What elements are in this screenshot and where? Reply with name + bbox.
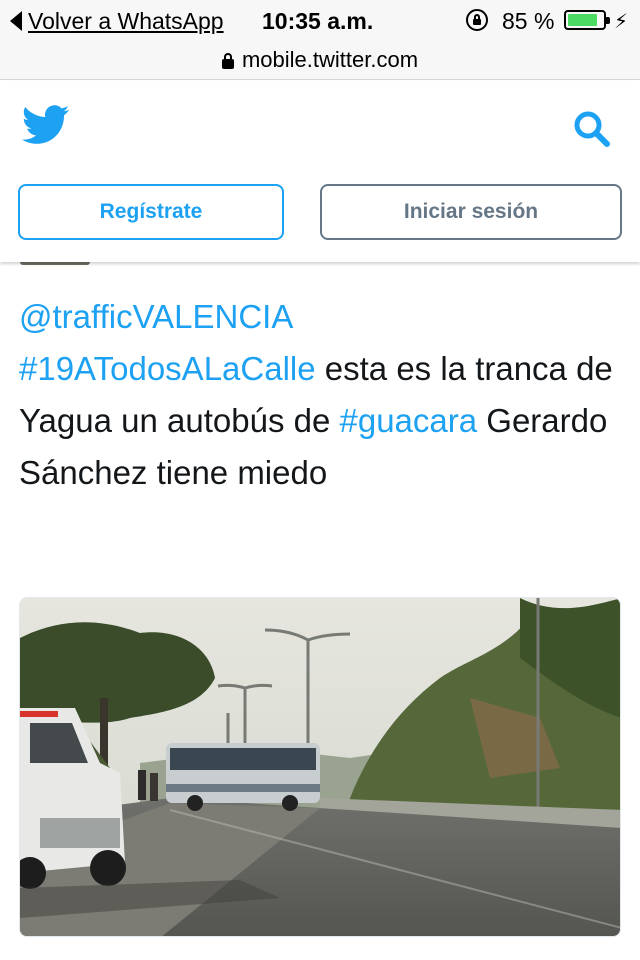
back-link-label: Volver a WhatsApp: [28, 7, 224, 34]
road-bus-photo: [20, 598, 620, 936]
url-text: mobile.twitter.com: [241, 46, 419, 72]
login-button[interactable]: Iniciar sesión: [320, 184, 622, 240]
tweet-text: @trafficVALENCIA #19ATodosALaCalle esta e…: [19, 291, 619, 499]
back-to-app-link[interactable]: Volver a WhatsApp: [10, 6, 224, 36]
twitter-header: Regístrate Iniciar sesión: [0, 81, 640, 262]
battery-level-fill: [568, 14, 597, 26]
url-bar[interactable]: mobile.twitter.com: [0, 40, 640, 80]
mention-link[interactable]: @trafficVALENCIA: [19, 298, 293, 335]
previous-media-edge: [20, 262, 90, 265]
status-time: 10:35 a.m.: [262, 8, 374, 34]
battery-percentage: 85 %: [502, 8, 555, 34]
charging-bolt-icon: ⚡︎: [614, 11, 629, 33]
tweet-photo[interactable]: [19, 597, 621, 937]
padlock-icon: [221, 52, 234, 69]
back-arrow-icon: [10, 11, 22, 31]
battery-icon: [564, 10, 610, 30]
orientation-lock-icon: [466, 9, 488, 31]
bus: [166, 743, 320, 811]
status-bar: Volver a WhatsApp 10:35 a.m. 85 % ⚡︎: [0, 0, 640, 40]
twitter-bird-icon[interactable]: [22, 105, 70, 145]
hashtag-link[interactable]: #guacara: [340, 402, 478, 439]
search-icon[interactable]: [570, 107, 614, 151]
signup-button[interactable]: Regístrate: [18, 184, 284, 240]
hashtag-link[interactable]: #19ATodosALaCalle: [19, 350, 316, 387]
